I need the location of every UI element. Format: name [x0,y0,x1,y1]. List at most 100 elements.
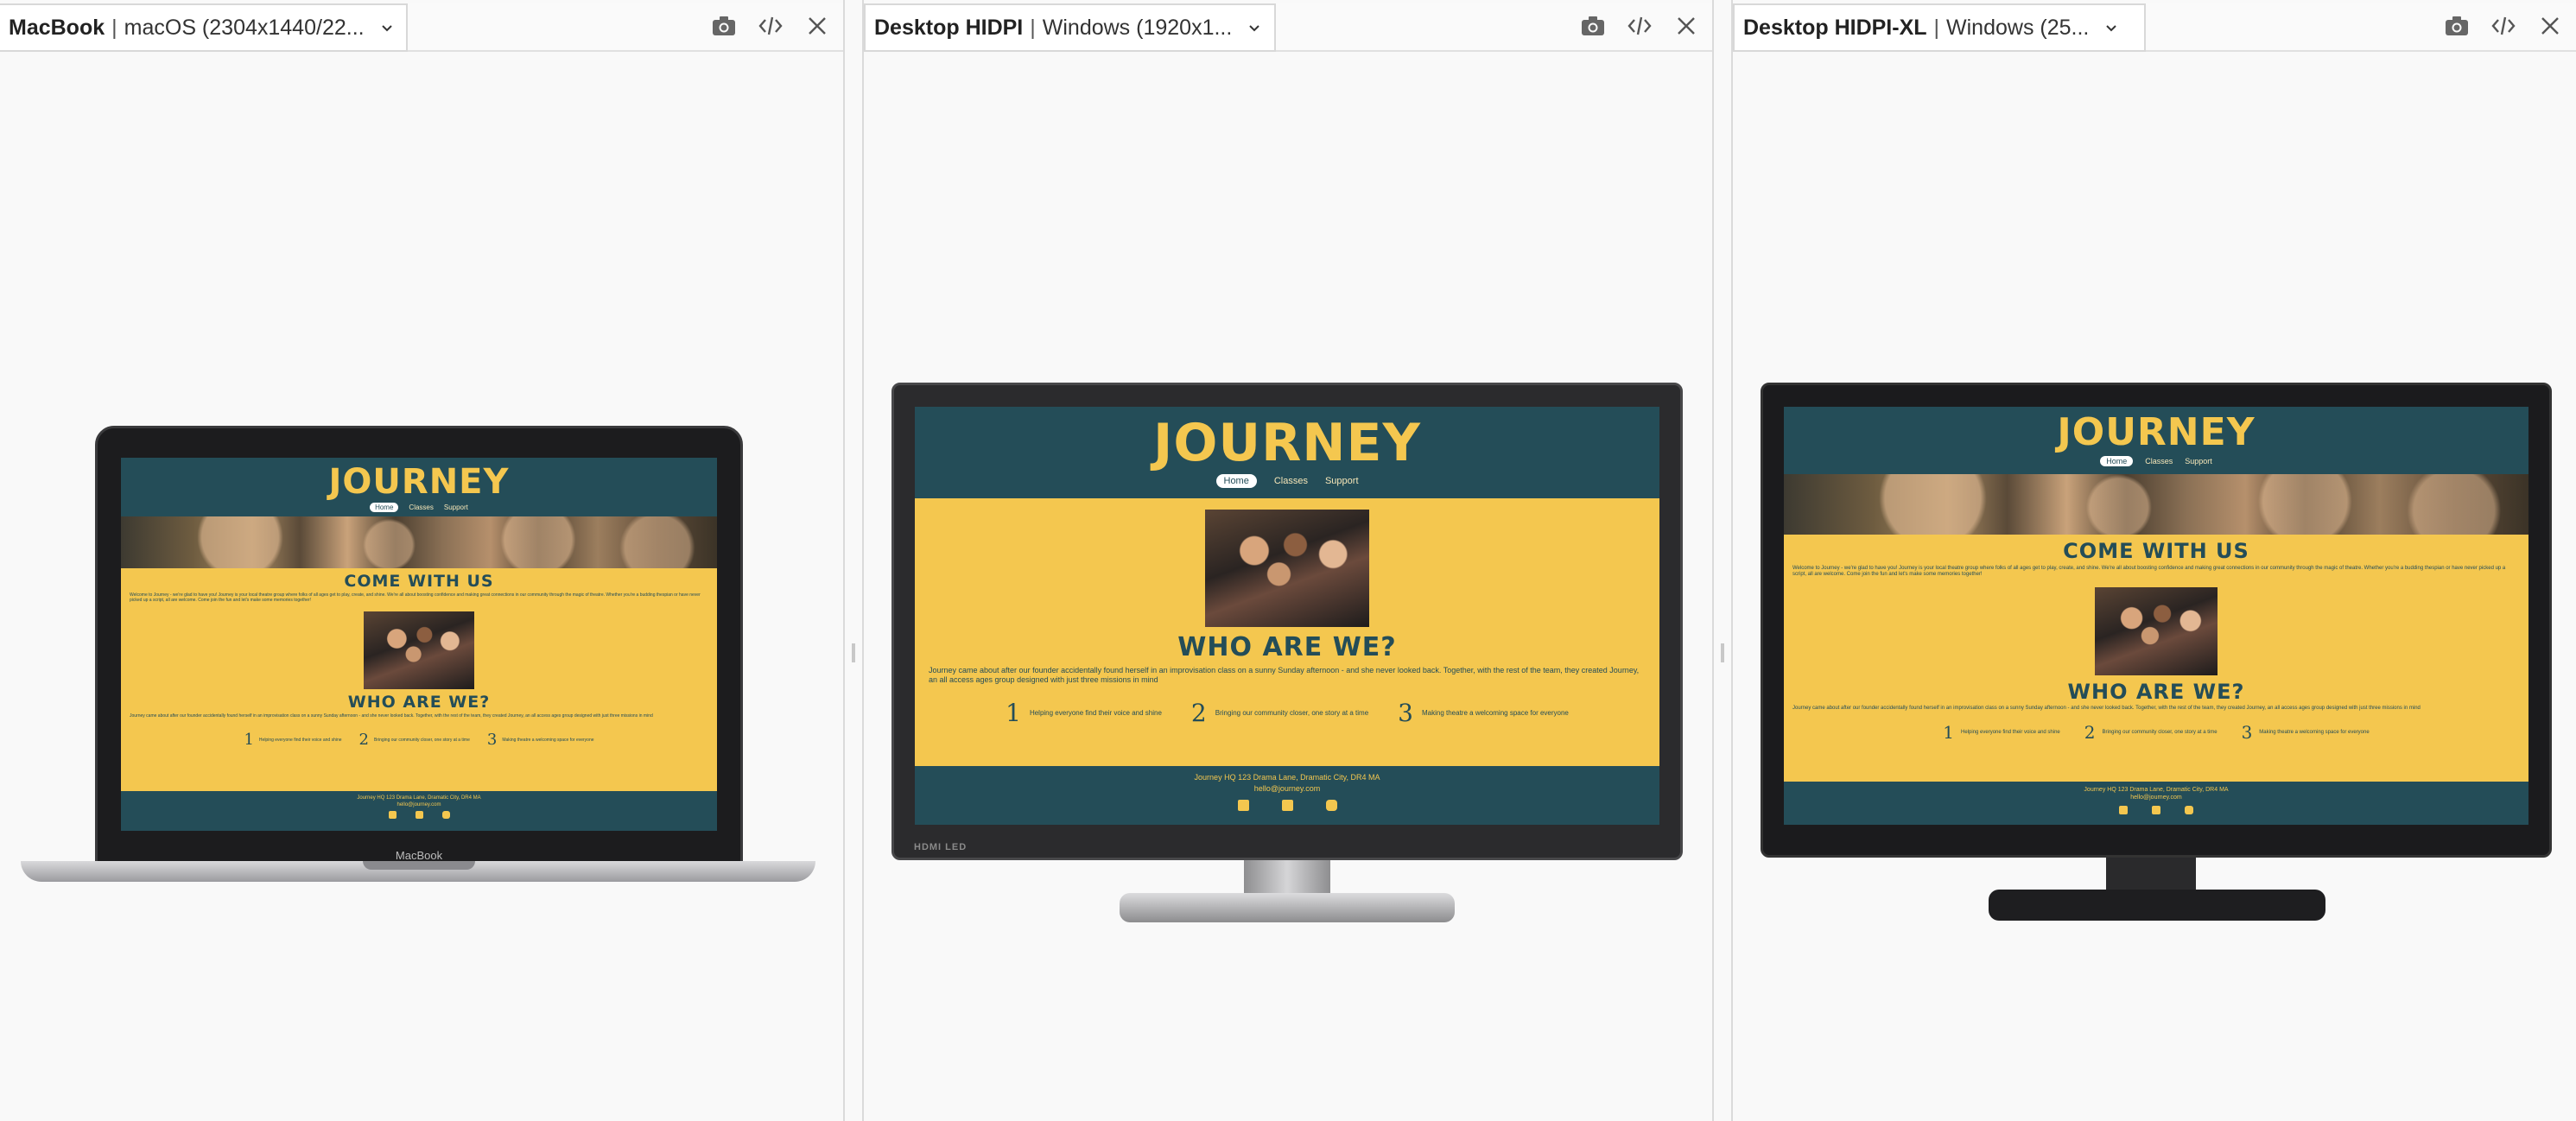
monitor-brand-label: HDMI LED [914,842,968,852]
chevron-down-icon [1249,25,1260,32]
instagram-icon[interactable] [441,811,450,819]
facebook-icon[interactable] [388,811,397,819]
nav-support[interactable]: Support [444,504,468,511]
view-source-button[interactable] [1626,12,1653,40]
screenshot-button[interactable] [1579,12,1607,40]
device-panel-macbook: MacBook | macOS (2304x1440/22... MacBook… [0,0,843,1121]
site-header: JOURNEY Home Classes Support [915,407,1659,498]
panel-resize-handle[interactable] [843,0,864,1121]
site-nav: Home Classes Support [915,474,1659,488]
mission-text: Helping everyone find their voice and sh… [1029,709,1162,717]
nav-home[interactable]: Home [2100,456,2134,466]
hero-banner [1784,474,2528,535]
site-header: JOURNEY Home Classes Support [121,458,717,516]
who-title: WHO ARE WE? [347,693,491,712]
footer-address: Journey HQ 123 Drama Lane, Dramatic City… [357,795,481,801]
nav-classes[interactable]: Classes [409,504,433,511]
resize-grip[interactable] [852,643,855,662]
close-icon [809,17,826,35]
view-source-button[interactable] [757,12,784,40]
device-preview-panels: MacBook | macOS (2304x1440/22... MacBook… [0,0,2576,1121]
monitor-neck [1244,860,1330,896]
mission-text: Making theatre a welcoming space for eve… [502,737,594,743]
chevron-down-icon [381,25,392,32]
mission-number: 2 [358,731,369,749]
mission-number: 2 [1190,699,1207,727]
site-footer: Journey HQ 123 Drama Lane, Dramatic City… [121,791,717,831]
nav-home[interactable]: Home [370,503,399,512]
screenshot-button[interactable] [2443,12,2471,40]
mission-number: 3 [2241,722,2253,743]
close-panel-button[interactable] [803,12,831,40]
close-panel-button[interactable] [1672,12,1700,40]
resize-grip[interactable] [1721,643,1724,662]
mission-item: 2 Bringing our community closer, one stor… [359,731,470,749]
social-links [121,811,717,819]
device-spec: Windows (25... [1946,15,2090,40]
website-preview: JOURNEY Home Classes Support COME WITH U… [1784,407,2528,825]
mission-text: Helping everyone find their voice and sh… [1961,730,2060,735]
nav-support[interactable]: Support [2185,457,2212,466]
mission-number: 3 [486,731,498,749]
x-icon[interactable] [1281,800,1293,811]
device-name: MacBook [9,15,105,40]
x-icon[interactable] [415,811,423,819]
footer-email[interactable]: hello@journey.com [121,802,717,808]
instagram-icon[interactable] [2185,806,2193,814]
mission-number: 2 [2084,722,2096,743]
laptop-notch [363,861,475,870]
instagram-icon[interactable] [1325,800,1337,811]
monitor-stand [1989,890,2325,921]
device-panel-desktop-hidpi: Desktop HIDPI | Windows (1920x1... HDMI … [864,0,1712,1121]
site-logo: JOURNEY [328,462,510,502]
site-footer: Journey HQ 123 Drama Lane, Dramatic City… [1784,782,2528,825]
who-title: WHO ARE WE? [2067,680,2245,704]
nav-support[interactable]: Support [1325,476,1359,486]
come-text: Welcome to Journey - we're glad to have … [1792,566,2506,577]
device-name: Desktop HIDPI-XL [1743,15,1927,40]
view-source-button[interactable] [2490,12,2517,40]
camera-icon [1582,16,1604,35]
mission-number: 1 [1006,699,1021,727]
x-icon[interactable] [2152,806,2160,814]
missions-list: 1 Helping everyone find their voice and s… [915,699,1659,727]
mission-number: 3 [1398,699,1413,727]
device-selector[interactable]: Desktop HIDPI-XL | Windows (25... [1733,3,2146,52]
footer-email[interactable]: hello@journey.com [915,784,1659,793]
who-text: Journey came about after our founder acc… [929,666,1640,684]
come-title: COME WITH US [344,572,494,591]
separator: | [111,15,117,40]
come-text: Welcome to Journey - we're glad to have … [130,592,701,603]
footer-address: Journey HQ 123 Drama Lane, Dramatic City… [1194,773,1380,782]
mission-text: Making theatre a welcoming space for eve… [2259,730,2370,735]
missions-list: 1 Helping everyone find their voice and s… [1784,722,2528,743]
close-icon [1678,17,1695,35]
panel-resize-handle[interactable] [1712,0,1733,1121]
mission-text: Bringing our community closer, one story… [374,737,470,743]
footer-email[interactable]: hello@journey.com [1784,795,2528,801]
social-links [915,800,1659,811]
mission-item: 3 Making theatre a welcoming space for ev… [1398,699,1569,727]
nav-home[interactable]: Home [1215,474,1257,488]
social-links [1784,806,2528,814]
screenshot-button[interactable] [710,12,738,40]
panel-header: Desktop HIDPI | Windows (1920x1... [864,3,1712,52]
device-selector[interactable]: Desktop HIDPI | Windows (1920x1... [864,3,1276,52]
mission-item: 1 Helping everyone find their voice and s… [1006,699,1162,727]
monitor-stand [1120,893,1455,922]
nav-classes[interactable]: Classes [1274,476,1308,486]
nav-classes[interactable]: Classes [2145,457,2173,466]
device-selector[interactable]: MacBook | macOS (2304x1440/22... [0,3,408,52]
close-icon [2541,17,2559,35]
close-panel-button[interactable] [2536,12,2564,40]
site-footer: Journey HQ 123 Drama Lane, Dramatic City… [915,766,1659,825]
facebook-icon[interactable] [1237,800,1249,811]
facebook-icon[interactable] [2119,806,2128,814]
mission-text: Making theatre a welcoming space for eve… [1422,709,1569,717]
code-icon [758,16,783,35]
group-photo [2095,587,2218,675]
monitor-neck [2106,858,2196,892]
mission-item: 1 Helping everyone find their voice and s… [1943,722,2059,743]
mission-number: 1 [1943,722,1955,743]
camera-icon [713,16,735,35]
